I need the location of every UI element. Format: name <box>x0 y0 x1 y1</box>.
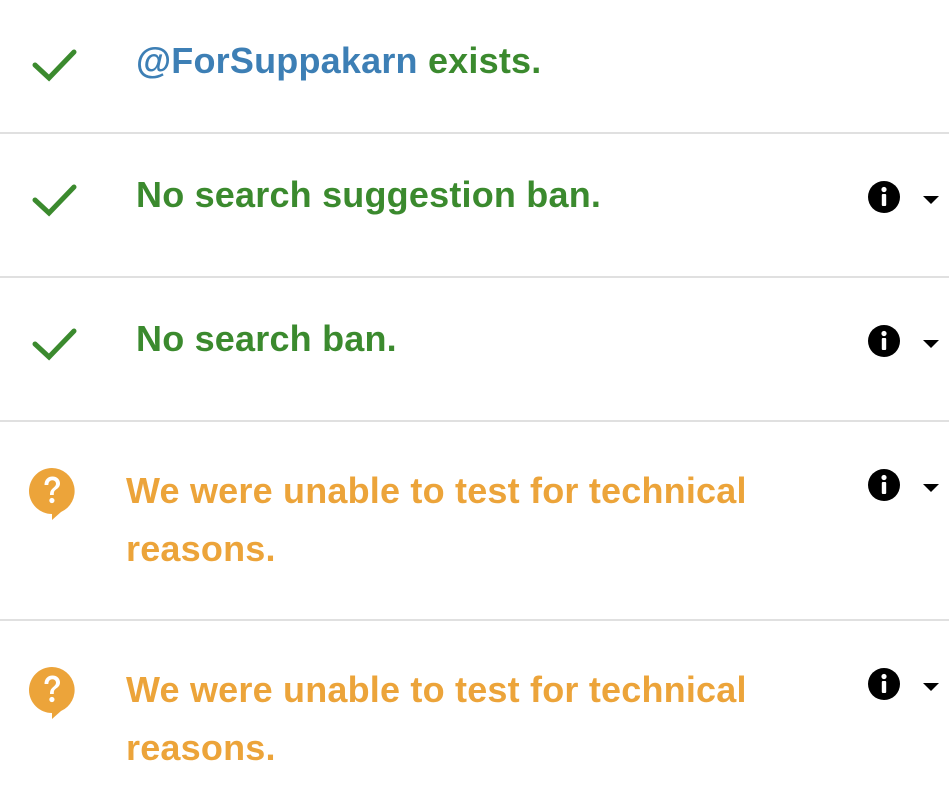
result-row-search-suggestion-ban: No search suggestion ban. <box>0 134 949 278</box>
result-actions <box>867 180 943 214</box>
caret-down-icon[interactable] <box>923 336 939 348</box>
result-message: We were unable to test for technical rea… <box>126 470 747 569</box>
result-message: We were unable to test for technical rea… <box>126 669 747 768</box>
check-icon <box>30 319 80 369</box>
info-icon[interactable] <box>867 324 901 358</box>
result-actions <box>867 324 943 358</box>
info-icon[interactable] <box>867 667 901 701</box>
info-icon[interactable] <box>867 468 901 502</box>
result-message: No search suggestion ban. <box>136 174 602 215</box>
check-icon <box>30 175 80 225</box>
result-actions <box>867 667 943 701</box>
result-row-search-ban: No search ban. <box>0 278 949 422</box>
result-row-unable-to-test-2: We were unable to test for technical rea… <box>0 621 949 809</box>
account-handle-link[interactable]: @ForSuppakarn <box>136 40 418 81</box>
result-row-exists: @ForSuppakarn exists. <box>0 0 949 134</box>
result-actions <box>867 468 943 502</box>
result-message: exists. <box>417 40 542 81</box>
caret-down-icon[interactable] <box>923 192 939 204</box>
result-text: @ForSuppakarn exists. <box>136 32 541 90</box>
results-list: @ForSuppakarn exists. No search suggesti… <box>0 0 949 809</box>
result-message: No search ban. <box>136 318 397 359</box>
result-row-unable-to-test-1: We were unable to test for technical rea… <box>0 422 949 621</box>
question-bubble-icon <box>27 466 77 520</box>
question-bubble-icon <box>27 665 77 719</box>
caret-down-icon[interactable] <box>923 480 939 492</box>
caret-down-icon[interactable] <box>923 679 939 691</box>
info-icon[interactable] <box>867 180 901 214</box>
check-icon <box>30 40 80 90</box>
